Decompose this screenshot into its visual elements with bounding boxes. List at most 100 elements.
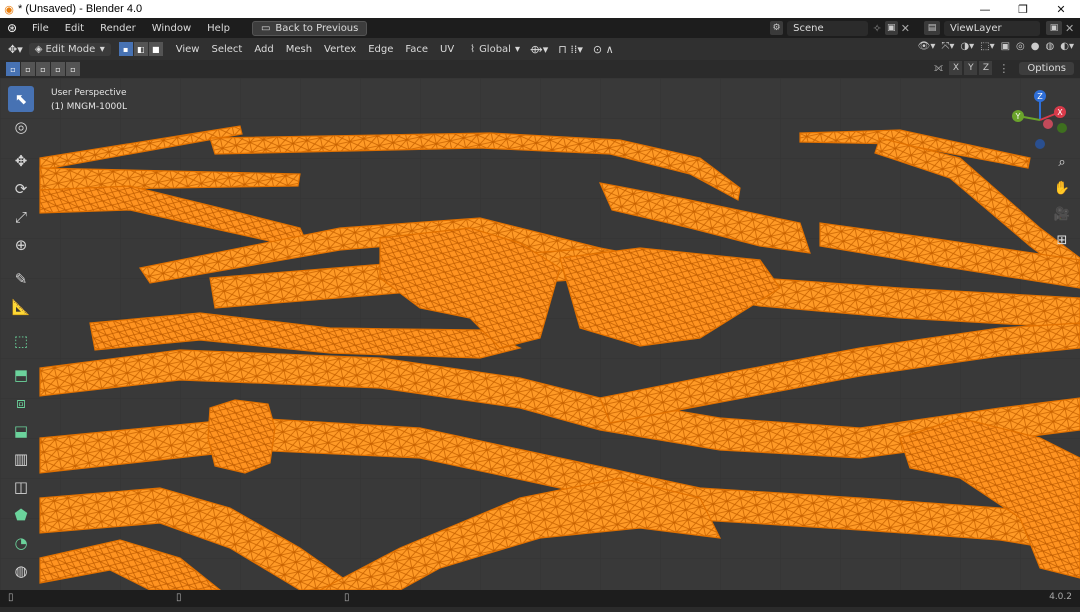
menu-add[interactable]: Add [248, 44, 279, 55]
overlay-toggle-icon[interactable]: ◑▾ [960, 41, 974, 52]
menu-file[interactable]: File [24, 23, 57, 34]
back-to-previous-button[interactable]: ▭ Back to Previous [251, 20, 368, 36]
inset-tool[interactable]: ⧈ [8, 390, 34, 416]
perspective-toggle-icon[interactable]: ⊞ [1052, 230, 1072, 250]
blender-menu-icon[interactable]: ⊛ [0, 21, 24, 35]
transform-tool[interactable]: ⊕ [8, 232, 34, 258]
menu-render[interactable]: Render [92, 23, 144, 34]
visibility-icon[interactable]: 👁▾ [918, 41, 936, 52]
new-scene-icon[interactable]: ▣ [884, 21, 898, 35]
edge-select-icon[interactable]: ◧ [133, 42, 148, 56]
smooth-tool[interactable]: ◍ [8, 558, 34, 584]
measure-tool[interactable]: 📐 [8, 294, 34, 320]
annotate-tool[interactable]: ✎ [8, 266, 34, 292]
perspective-label: User Perspective [51, 88, 127, 98]
gizmo-toggle-icon[interactable]: ⤧▾ [941, 41, 954, 52]
road-segment [207, 399, 276, 474]
editor-type-icon[interactable]: ✥▾ [8, 43, 23, 56]
snap-icon[interactable]: ⊓ ⁞⁞▾ [558, 43, 583, 56]
view-layer-name-field[interactable]: ViewLayer [944, 20, 1040, 36]
menu-select[interactable]: Select [205, 44, 248, 55]
solid-shading-icon[interactable]: ● [1031, 41, 1040, 52]
menu-edge[interactable]: Edge [362, 44, 399, 55]
face-select-icon[interactable]: ■ [148, 42, 163, 56]
view-layer-selector[interactable]: ▤ ViewLayer ▣ ✕ [924, 20, 1080, 36]
rendered-shading-icon[interactable]: ◐▾ [1060, 41, 1074, 52]
auto-merge-icon[interactable]: ⋮ [998, 62, 1009, 75]
proportional-edit-icon[interactable]: ⊙ ∧ [593, 43, 614, 56]
window-titlebar: ◉ * (Unsaved) - Blender 4.0 — ❐ ✕ [0, 0, 1080, 18]
material-shading-icon[interactable]: ◍ [1046, 41, 1055, 52]
menu-view[interactable]: View [170, 44, 206, 55]
remove-view-layer-icon[interactable]: ✕ [1065, 22, 1074, 35]
poly-build-tool[interactable]: ⬟ [8, 502, 34, 528]
transform-orientation-selector[interactable]: ⌇ Global ▾ [470, 44, 520, 55]
remove-scene-icon[interactable]: ✕ [901, 22, 910, 35]
select-box-tool[interactable]: ⬉ [8, 86, 34, 112]
transform-icon: ⊕ [14, 236, 28, 254]
menu-vertex[interactable]: Vertex [318, 44, 362, 55]
axis-x-toggle[interactable]: X [949, 61, 963, 75]
camera-view-icon[interactable]: 🎥 [1052, 204, 1072, 224]
scene-name-field[interactable]: Scene [787, 20, 869, 36]
new-view-layer-icon[interactable]: ▣ [1046, 21, 1062, 35]
xray-toggle-icon[interactable]: ▣ [1001, 41, 1010, 52]
menu-window[interactable]: Window [144, 23, 199, 34]
menu-edit[interactable]: Edit [57, 23, 92, 34]
status-bar: ▯ ▯ ▯ 4.0.2 [0, 590, 1080, 607]
axis-z-toggle[interactable]: Z [979, 61, 993, 75]
menu-help[interactable]: Help [199, 23, 238, 34]
tool-separator [8, 260, 38, 264]
menu-mesh[interactable]: Mesh [280, 44, 318, 55]
maximize-button[interactable]: ❐ [1004, 0, 1042, 18]
minimize-button[interactable]: — [966, 0, 1004, 18]
3d-viewport[interactable] [0, 78, 1080, 590]
scale-tool[interactable]: ⤢ [8, 204, 34, 230]
menu-face[interactable]: Face [399, 44, 434, 55]
mesh-edit-overlay-icon[interactable]: ⬚▾ [980, 41, 994, 52]
select-intersect-icon[interactable]: ▫ [66, 62, 80, 76]
bevel-tool[interactable]: ⬓ [8, 418, 34, 444]
pan-hand-icon[interactable]: ✋ [1052, 178, 1072, 198]
axis-gizmo-canvas[interactable]: Z Y X [1004, 86, 1076, 154]
menu-uv[interactable]: UV [434, 44, 460, 55]
rotate-tool[interactable]: ⟳ [8, 176, 34, 202]
axis-y-toggle[interactable]: Y [964, 61, 978, 75]
navigation-tools: ⌕ ✋ 🎥 ⊞ [1052, 152, 1072, 250]
chevron-down-icon: ▾ [99, 43, 105, 55]
select-extend-icon[interactable]: ▫ [21, 62, 35, 76]
extrude-tool[interactable]: ⬒ [8, 362, 34, 388]
select-invert-icon[interactable]: ▫ [51, 62, 65, 76]
cursor-target-icon: ◎ [14, 118, 28, 136]
options-dropdown[interactable]: Options [1019, 61, 1074, 75]
spin-tool[interactable]: ◔ [8, 530, 34, 556]
neg-y-axis-handle[interactable] [1057, 123, 1067, 133]
scene-selector[interactable]: ⚙ Scene ✧ ▣ ✕ [770, 20, 910, 36]
add-cube-tool[interactable]: ⬚ [8, 328, 34, 354]
orientation-label: Global [479, 43, 511, 55]
cursor-tool[interactable]: ◎ [8, 114, 34, 140]
neg-x-axis-handle[interactable] [1043, 119, 1053, 129]
viewport-header-right: 👁▾ ⤧▾ ◑▾ ⬚▾ ▣ ◎ ● ◍ ◐▾ [918, 41, 1074, 52]
knife-tool[interactable]: ◫ [8, 474, 34, 500]
pin-icon[interactable]: ✧ [872, 22, 881, 35]
close-button[interactable]: ✕ [1042, 0, 1080, 18]
loop-cut-tool[interactable]: ▥ [8, 446, 34, 472]
mode-label: Edit Mode [45, 43, 96, 55]
mouse-middle-icon: ▯ [176, 592, 182, 603]
viewport-canvas[interactable] [0, 78, 1080, 590]
select-subtract-icon[interactable]: ▫ [36, 62, 50, 76]
move-icon: ✥ [14, 152, 28, 170]
move-tool[interactable]: ✥ [8, 148, 34, 174]
pivot-point-icon[interactable]: ⟴▾ [530, 43, 548, 56]
vertex-select-icon[interactable]: ▪ [118, 42, 133, 56]
wireframe-shading-icon[interactable]: ◎ [1016, 41, 1025, 52]
navigation-gizmo[interactable]: Z Y X [1004, 86, 1076, 154]
zoom-icon[interactable]: ⌕ [1052, 152, 1072, 172]
mode-selector[interactable]: ◈ Edit Mode ▾ [28, 42, 111, 56]
tool-separator [8, 322, 38, 326]
neg-z-axis-handle[interactable] [1035, 139, 1045, 149]
poly-build-icon: ⬟ [14, 506, 28, 524]
select-new-icon[interactable]: ▫ [6, 62, 20, 76]
screen-back-icon: ▭ [260, 22, 271, 34]
